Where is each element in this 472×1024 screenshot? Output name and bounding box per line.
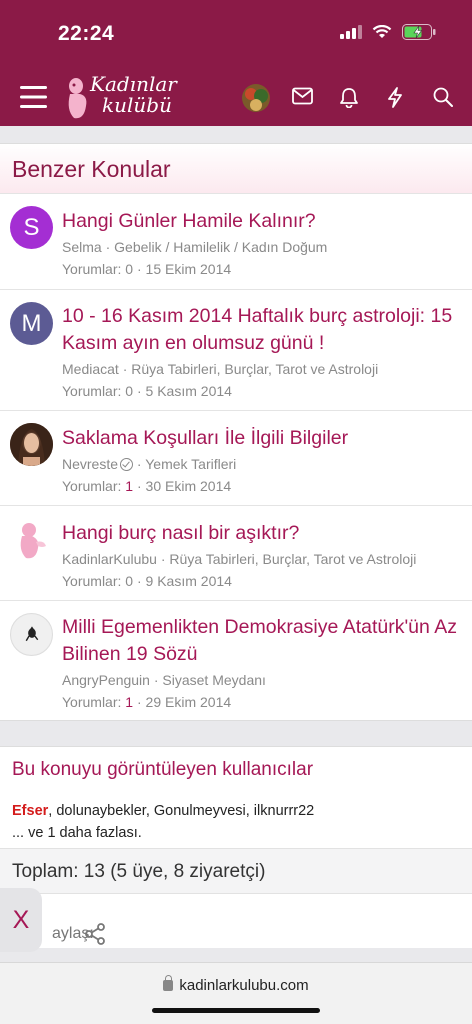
- viewers-totals: Toplam: 13 (5 üye, 8 ziyaretçi): [0, 848, 472, 894]
- thread-avatar[interactable]: M: [10, 302, 53, 345]
- viewers-block: Bu konuyu görüntüleyen kullanıcılar Efse…: [0, 746, 472, 948]
- similar-threads-heading: Benzer Konular: [0, 144, 472, 194]
- thread-meta: AngryPenguin · Siyaset Meydanı: [62, 672, 266, 688]
- thread-item[interactable]: Milli Egemenlikten Demokrasiye Atatürk'ü…: [0, 601, 472, 721]
- thread-date: 5 Kasım 2014: [145, 383, 232, 399]
- thread-title[interactable]: 10 - 16 Kasım 2014 Haftalık burç astrolo…: [62, 303, 460, 357]
- thread-date: 30 Ekim 2014: [145, 478, 232, 494]
- similar-threads-block: Benzer Konular S Hangi Günler Hamile Kal…: [0, 143, 472, 721]
- thread-meta: Selma · Gebelik / Hamilelik / Kadın Doğu…: [62, 239, 328, 255]
- user-photo-icon: [10, 423, 53, 466]
- thread-category[interactable]: Siyaset Meydanı: [162, 672, 266, 688]
- user-avatar[interactable]: [242, 84, 270, 112]
- nav-bar: Kadınlar kulübü: [0, 70, 472, 124]
- thread-author[interactable]: KadinlarKulubu: [62, 551, 157, 567]
- lock-icon: [163, 975, 174, 991]
- thread-category[interactable]: Rüya Tabirleri, Burçlar, Tarot ve Astrol…: [131, 361, 378, 377]
- viewer-user-link[interactable]: Efser: [12, 803, 48, 819]
- thread-category[interactable]: Yemek Tarifleri: [145, 456, 236, 472]
- thread-avatar[interactable]: [10, 613, 53, 656]
- logo-text-line2: kulübü: [102, 93, 172, 117]
- viewers-more: ... ve 1 daha fazlası.: [12, 825, 142, 841]
- bell-icon[interactable]: [339, 87, 359, 108]
- mascot-icon: [20, 523, 46, 559]
- verified-icon: [120, 458, 134, 471]
- lightning-icon[interactable]: [387, 87, 403, 108]
- thread-stats: Yorumlar: 0 · 15 Ekim 2014: [62, 261, 232, 277]
- thread-date: 29 Ekim 2014: [145, 694, 232, 710]
- thread-meta: Nevreste · Yemek Tarifleri: [62, 456, 237, 472]
- close-button[interactable]: X: [0, 888, 42, 952]
- menu-icon[interactable]: [20, 86, 47, 108]
- reply-count: 0: [125, 383, 134, 399]
- thread-author[interactable]: Nevreste: [62, 456, 118, 472]
- thread-title[interactable]: Saklama Koşulları İle İlgili Bilgiler: [62, 425, 460, 452]
- thread-item[interactable]: Hangi burç nasıl bir aşıktır? KadinlarKu…: [0, 506, 472, 601]
- thread-stats: Yorumlar: 0 · 9 Kasım 2014: [62, 573, 232, 589]
- url-text: kadinlarkulubu.com: [179, 977, 309, 994]
- status-time: 22:24: [58, 22, 115, 45]
- reply-count: 0: [125, 573, 134, 589]
- url-display[interactable]: kadinlarkulubu.com: [0, 975, 472, 994]
- thread-avatar[interactable]: [10, 518, 53, 561]
- thread-author[interactable]: Selma: [62, 239, 102, 255]
- thread-category[interactable]: Gebelik / Hamilelik / Kadın Doğum: [114, 239, 327, 255]
- site-logo[interactable]: Kadınlar kulübü: [66, 74, 196, 122]
- thread-category[interactable]: Rüya Tabirleri, Burçlar, Tarot ve Astrol…: [169, 551, 416, 567]
- share-icon[interactable]: [84, 923, 106, 945]
- wifi-icon: [372, 25, 392, 38]
- thread-meta: KadinlarKulubu · Rüya Tabirleri, Burçlar…: [62, 551, 417, 567]
- inbox-icon[interactable]: [292, 87, 313, 105]
- thread-item[interactable]: S Hangi Günler Hamile Kalınır? Selma · G…: [0, 194, 472, 290]
- reply-count: 1: [125, 478, 134, 494]
- thread-avatar[interactable]: [10, 423, 53, 466]
- battery-icon: [402, 24, 436, 40]
- signal-icon: [340, 25, 362, 39]
- close-label: X: [12, 905, 30, 934]
- thread-date: 9 Kasım 2014: [145, 573, 232, 589]
- logo-mascot-icon: [68, 78, 87, 119]
- app-header: 22:24 Kadınlar kulübü: [0, 0, 472, 126]
- thread-meta: Mediacat · Rüya Tabirleri, Burçlar, Taro…: [62, 361, 379, 377]
- search-icon[interactable]: [433, 87, 453, 107]
- viewers-list: Efser, dolunaybekler, Gonulmeyvesi, ilkn…: [0, 781, 472, 844]
- thread-title[interactable]: Milli Egemenlikten Demokrasiye Atatürk'ü…: [62, 614, 460, 668]
- home-indicator: [152, 1008, 320, 1013]
- thread-date: 15 Ekim 2014: [145, 261, 232, 277]
- thread-author[interactable]: Mediacat: [62, 361, 119, 377]
- thread-stats: Yorumlar: 0 · 5 Kasım 2014: [62, 383, 232, 399]
- viewers-heading: Bu konuyu görüntüleyen kullanıcılar: [12, 759, 314, 780]
- browser-url-bar[interactable]: kadinlarkulubu.com: [0, 962, 472, 1024]
- thread-stats: Yorumlar: 1 · 30 Ekim 2014: [62, 478, 232, 494]
- thread-avatar[interactable]: S: [10, 206, 53, 249]
- penguin-icon: [11, 614, 52, 655]
- status-icons: [340, 24, 436, 40]
- thread-title[interactable]: Hangi Günler Hamile Kalınır?: [62, 208, 460, 235]
- thread-item[interactable]: M 10 - 16 Kasım 2014 Haftalık burç astro…: [0, 290, 472, 411]
- viewer-users[interactable]: , dolunaybekler, Gonulmeyvesi, ilknurrr2…: [48, 803, 314, 819]
- thread-title[interactable]: Hangi burç nasıl bir aşıktır?: [62, 520, 460, 547]
- thread-author[interactable]: AngryPenguin: [62, 672, 150, 688]
- reply-count: 1: [125, 694, 134, 710]
- thread-stats: Yorumlar: 1 · 29 Ekim 2014: [62, 694, 232, 710]
- thread-item[interactable]: Saklama Koşulları İle İlgili Bilgiler Ne…: [0, 411, 472, 506]
- logo-text-line1: Kadınlar: [90, 72, 177, 96]
- reply-count: 0: [125, 261, 134, 277]
